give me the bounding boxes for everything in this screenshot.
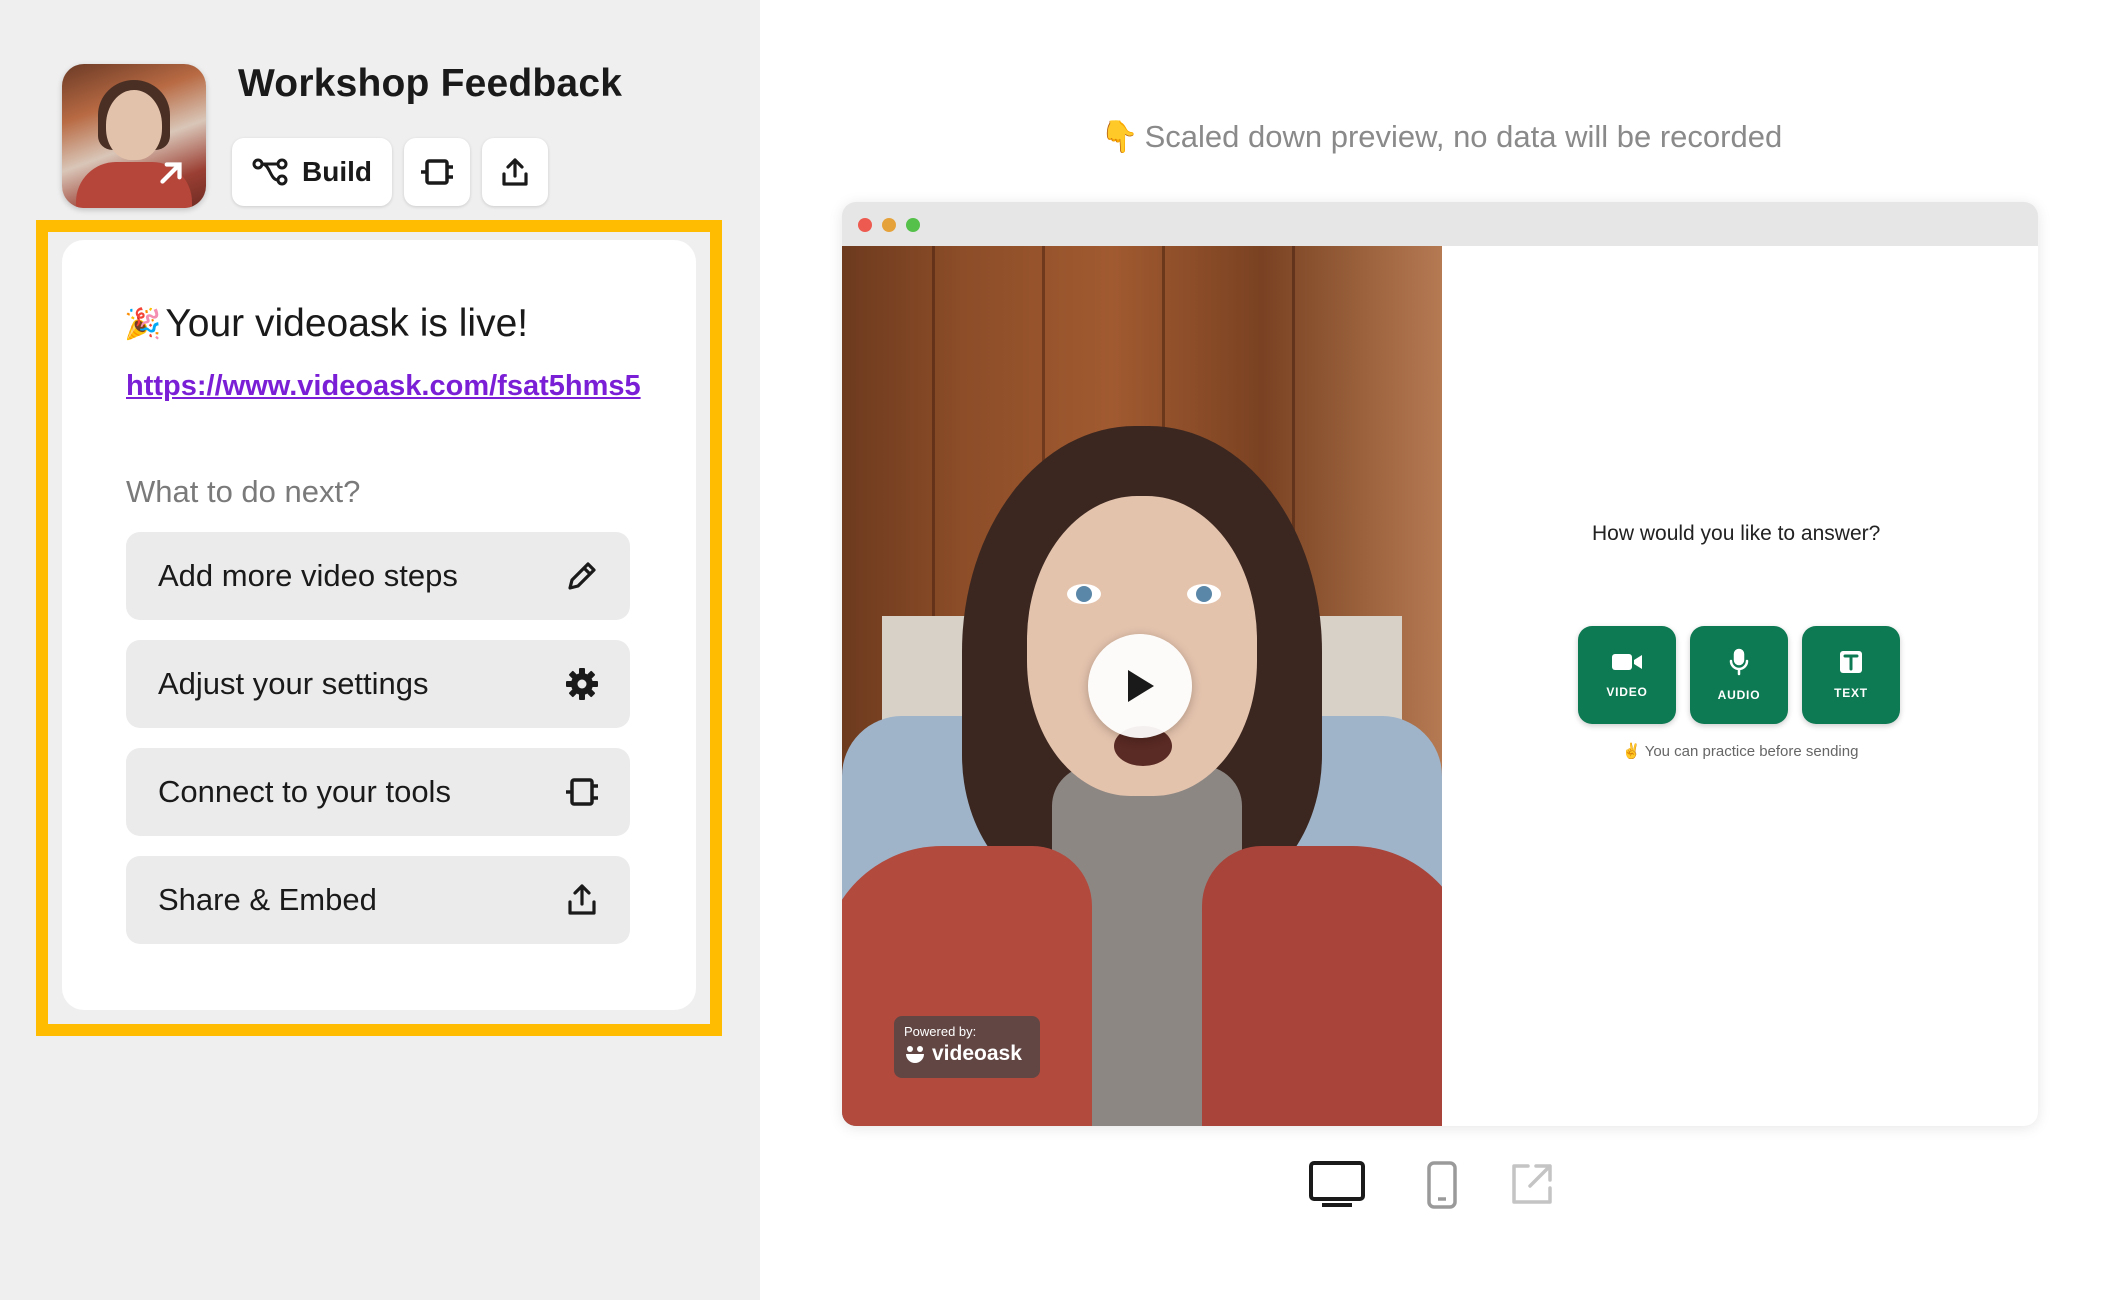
share-embed-button[interactable]: Share & Embed — [126, 856, 630, 944]
minimize-dot — [882, 218, 896, 232]
answer-audio-button[interactable]: AUDIO — [1690, 626, 1788, 724]
practice-note-text: You can practice before sending — [1644, 742, 1859, 760]
pencil-icon — [568, 562, 596, 590]
answer-question: How would you like to answer? — [1592, 522, 1881, 545]
answer-text-button[interactable]: TEXT — [1802, 626, 1900, 724]
videoask-thumbnail[interactable] — [62, 64, 206, 208]
preview-note-text: Scaled down preview, no data will be rec… — [1144, 118, 1783, 154]
share-icon — [502, 158, 528, 186]
left-panel: Workshop Feedback Build 🎉 Your videoask … — [0, 0, 760, 1300]
connect-tools-button[interactable]: Connect to your tools — [126, 748, 630, 836]
question-video[interactable]: Powered by: videoask — [842, 246, 1442, 1126]
action-label: Adjust your settings — [158, 666, 429, 701]
action-label: Add more video steps — [158, 558, 458, 593]
build-button[interactable]: Build — [232, 138, 392, 206]
play-icon — [1128, 670, 1154, 702]
share-icon — [568, 884, 596, 915]
video-camera-icon — [1612, 654, 1642, 670]
next-steps-label: What to do next? — [126, 474, 361, 509]
desktop-icon[interactable] — [1308, 1160, 1366, 1208]
expand-arrow-icon — [160, 162, 182, 184]
brand-name: videoask — [932, 1042, 1022, 1065]
preview-browser-window: Powered by: videoask How would you like … — [842, 202, 2038, 1126]
add-video-steps-button[interactable]: Add more video steps — [126, 532, 630, 620]
live-title-text: Your videoask is live! — [165, 302, 529, 345]
point-down-icon: 👇 — [1100, 119, 1139, 154]
flow-icon — [252, 158, 288, 186]
answer-option-label: AUDIO — [1717, 688, 1761, 702]
microphone-icon — [1729, 648, 1749, 676]
mobile-icon[interactable] — [1426, 1160, 1458, 1210]
open-external-icon[interactable] — [1508, 1160, 1556, 1208]
videoask-logo-icon — [906, 1046, 924, 1063]
action-label: Connect to your tools — [158, 774, 451, 809]
practice-note: ✌️ You can practice before sending — [1622, 742, 1859, 761]
build-label: Build — [302, 156, 372, 187]
browser-titlebar — [842, 202, 2038, 246]
page-title: Workshop Feedback — [238, 62, 623, 105]
close-dot — [858, 218, 872, 232]
share-button[interactable] — [482, 138, 548, 206]
integrations-button[interactable] — [404, 138, 470, 206]
answer-option-label: TEXT — [1834, 686, 1868, 700]
play-button[interactable] — [1088, 634, 1192, 738]
victory-hand-icon: ✌️ — [1622, 743, 1641, 760]
live-card: 🎉 Your videoask is live! https://www.vid… — [62, 240, 696, 1010]
text-icon — [1840, 651, 1862, 673]
answer-video-button[interactable]: VIDEO — [1578, 626, 1676, 724]
adjust-settings-button[interactable]: Adjust your settings — [126, 640, 630, 728]
plug-icon — [421, 159, 453, 185]
action-label: Share & Embed — [158, 882, 377, 917]
plug-icon — [566, 778, 598, 806]
answer-option-label: VIDEO — [1606, 685, 1648, 699]
party-icon: 🎉 — [124, 307, 162, 341]
powered-by-badge[interactable]: Powered by: videoask — [894, 1016, 1040, 1078]
gear-icon — [566, 668, 598, 700]
videoask-link[interactable]: https://www.videoask.com/fsat5hms5 — [126, 370, 641, 403]
powered-by-label: Powered by: — [904, 1024, 977, 1039]
live-title: 🎉 Your videoask is live! — [124, 302, 528, 346]
maximize-dot — [906, 218, 920, 232]
preview-note: 👇 Scaled down preview, no data will be r… — [1100, 118, 1782, 155]
